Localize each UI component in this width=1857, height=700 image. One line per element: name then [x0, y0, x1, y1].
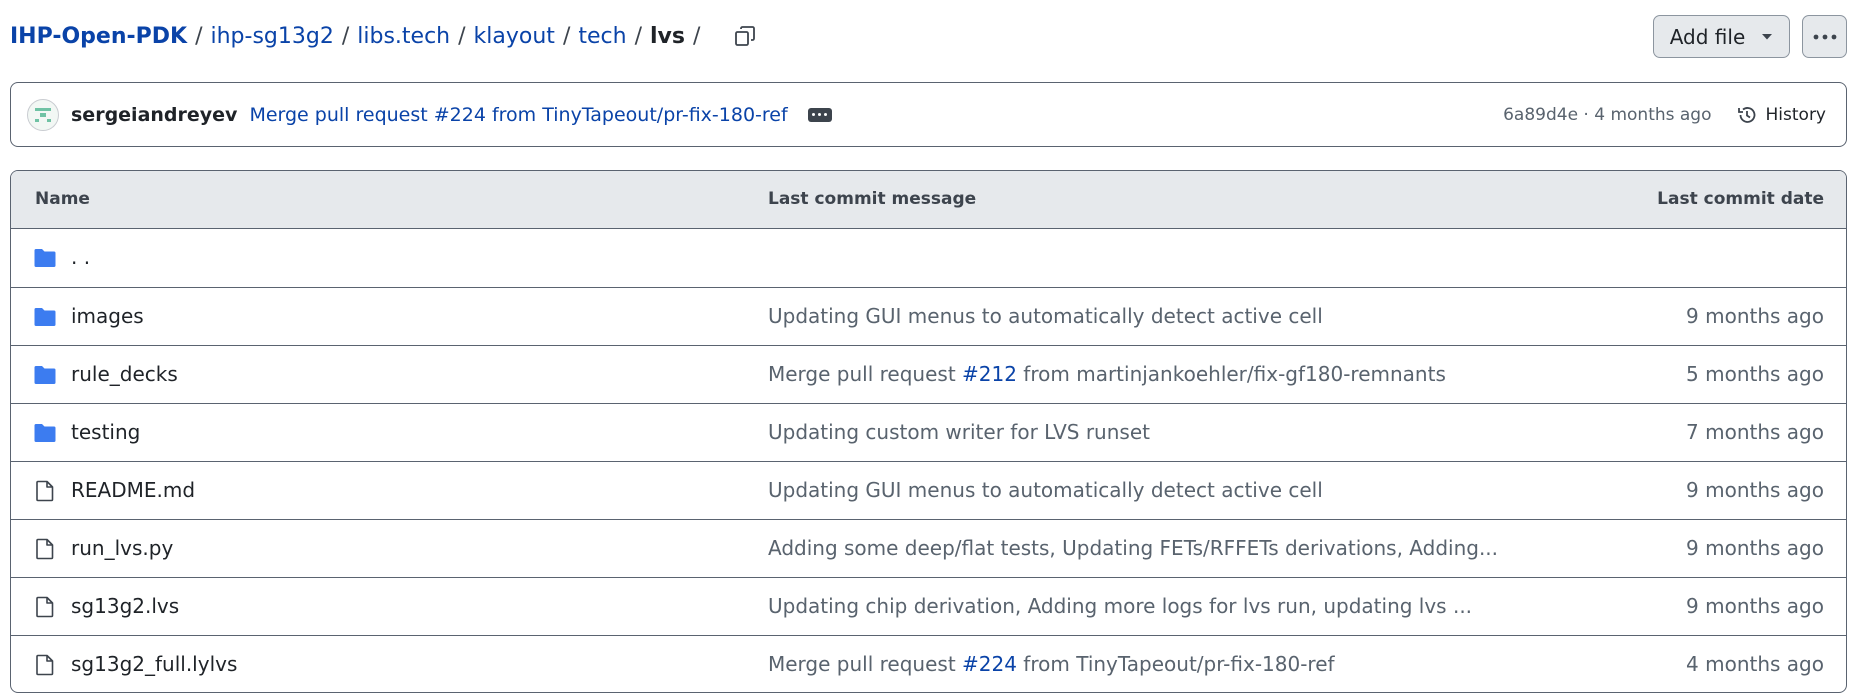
file-name-link[interactable]: images	[71, 304, 144, 328]
breadcrumb: IHP-Open-PDK / ihp-sg13g2 / libs.tech / …	[10, 16, 760, 56]
breadcrumb-link[interactable]: libs.tech	[357, 24, 450, 49]
commit-message: Merge pull request #212 from martinjanko…	[768, 362, 1446, 386]
commit-message-text[interactable]: from martinjankoehler/fix-gf180-remnants	[1017, 362, 1446, 386]
latest-commit-bar: sergeiandreyev Merge pull request #224 f…	[10, 82, 1847, 147]
commit-author-link[interactable]: sergeiandreyev	[71, 104, 237, 126]
more-options-button[interactable]	[1802, 15, 1847, 58]
file-name-link[interactable]: README.md	[71, 478, 195, 502]
commit-date: 7 months ago	[1686, 420, 1824, 444]
column-header-date: Last commit date	[1657, 189, 1824, 209]
file-name-link[interactable]: sg13g2_full.lylvs	[71, 652, 237, 676]
file-table: Name Last commit message Last commit dat…	[10, 170, 1847, 693]
identicon-icon	[35, 107, 51, 122]
file-name-link[interactable]: run_lvs.py	[71, 536, 173, 560]
commit-date: 9 months ago	[1686, 594, 1824, 618]
folder-icon	[34, 366, 56, 384]
copy-path-button[interactable]	[730, 21, 760, 51]
breadcrumb-separator: /	[634, 23, 642, 49]
table-row[interactable]: README.md Updating GUI menus to automati…	[11, 461, 1846, 519]
history-label: History	[1765, 104, 1826, 125]
table-row[interactable]: rule_decks Merge pull request #212 from …	[11, 345, 1846, 403]
copy-icon	[735, 26, 756, 46]
table-row[interactable]: run_lvs.py Adding some deep/flat tests, …	[11, 519, 1846, 577]
triangle-down-icon	[1762, 33, 1773, 39]
column-header-message: Last commit message	[768, 189, 977, 209]
expand-commit-message-button[interactable]	[807, 107, 832, 122]
folder-icon	[34, 308, 56, 326]
breadcrumb-separator: /	[692, 23, 701, 49]
commit-message-link[interactable]: Updating GUI menus to automatically dete…	[768, 478, 1323, 502]
commit-sha-and-age[interactable]: 6a89d4e · 4 months ago	[1503, 105, 1711, 125]
breadcrumb-current: lvs	[649, 23, 685, 49]
breadcrumb-separator: /	[195, 23, 203, 49]
column-header-name: Name	[35, 189, 90, 209]
pull-request-link[interactable]: #212	[962, 362, 1017, 386]
breadcrumb-link[interactable]: klayout	[474, 24, 555, 49]
folder-icon	[34, 249, 56, 267]
history-button[interactable]: History	[1736, 104, 1826, 126]
commit-date: 5 months ago	[1686, 362, 1824, 386]
commit-date: 4 months ago	[1686, 652, 1824, 676]
file-name-link[interactable]: rule_decks	[71, 362, 178, 386]
commit-message-link[interactable]: Updating chip derivation, Adding more lo…	[768, 594, 1472, 618]
breadcrumb-link-repo[interactable]: IHP-Open-PDK	[10, 24, 187, 49]
commit-message-link[interactable]: Adding some deep/flat tests, Updating FE…	[768, 536, 1498, 560]
breadcrumb-link[interactable]: ihp-sg13g2	[211, 24, 334, 49]
history-icon	[1737, 106, 1755, 123]
commit-message-text[interactable]: Merge pull request	[768, 362, 962, 386]
pull-request-link[interactable]: #224	[962, 652, 1017, 676]
folder-icon	[34, 424, 56, 442]
table-row[interactable]: sg13g2_full.lylvs Merge pull request #22…	[11, 635, 1846, 692]
file-name-link[interactable]: sg13g2.lvs	[71, 594, 179, 618]
avatar[interactable]	[27, 98, 59, 131]
commit-message: Merge pull request #224 from TinyTapeout…	[768, 652, 1335, 676]
commit-date: 9 months ago	[1686, 304, 1824, 328]
file-name-link[interactable]: testing	[71, 420, 140, 444]
table-row[interactable]: sg13g2.lvs Updating chip derivation, Add…	[11, 577, 1846, 635]
commit-message-link[interactable]: Merge pull request #224 from TinyTapeout…	[249, 104, 787, 126]
breadcrumb-link[interactable]: tech	[578, 24, 626, 49]
kebab-horizontal-icon	[1813, 34, 1836, 39]
file-icon	[36, 480, 54, 502]
file-icon	[36, 596, 54, 618]
parent-directory-row[interactable]: . .	[11, 229, 1846, 287]
commit-date: 9 months ago	[1686, 536, 1824, 560]
file-icon	[36, 654, 54, 676]
add-file-button[interactable]: Add file	[1653, 15, 1790, 58]
parent-directory-link[interactable]: . .	[71, 245, 90, 269]
table-row[interactable]: images Updating GUI menus to automatical…	[11, 287, 1846, 345]
commit-message-text[interactable]: from TinyTapeout/pr-fix-180-ref	[1017, 652, 1334, 676]
commit-date: 9 months ago	[1686, 478, 1824, 502]
commit-message-link[interactable]: Updating GUI menus to automatically dete…	[768, 304, 1323, 328]
breadcrumb-separator: /	[341, 23, 350, 49]
breadcrumb-separator: /	[458, 23, 466, 49]
breadcrumb-separator: /	[562, 23, 571, 49]
commit-message-text[interactable]: Merge pull request	[768, 652, 962, 676]
table-header: Name Last commit message Last commit dat…	[11, 171, 1846, 229]
file-icon	[36, 538, 54, 560]
table-row[interactable]: testing Updating custom writer for LVS r…	[11, 403, 1846, 461]
commit-message-link[interactable]: Updating custom writer for LVS runset	[768, 420, 1150, 444]
add-file-label: Add file	[1669, 24, 1746, 49]
